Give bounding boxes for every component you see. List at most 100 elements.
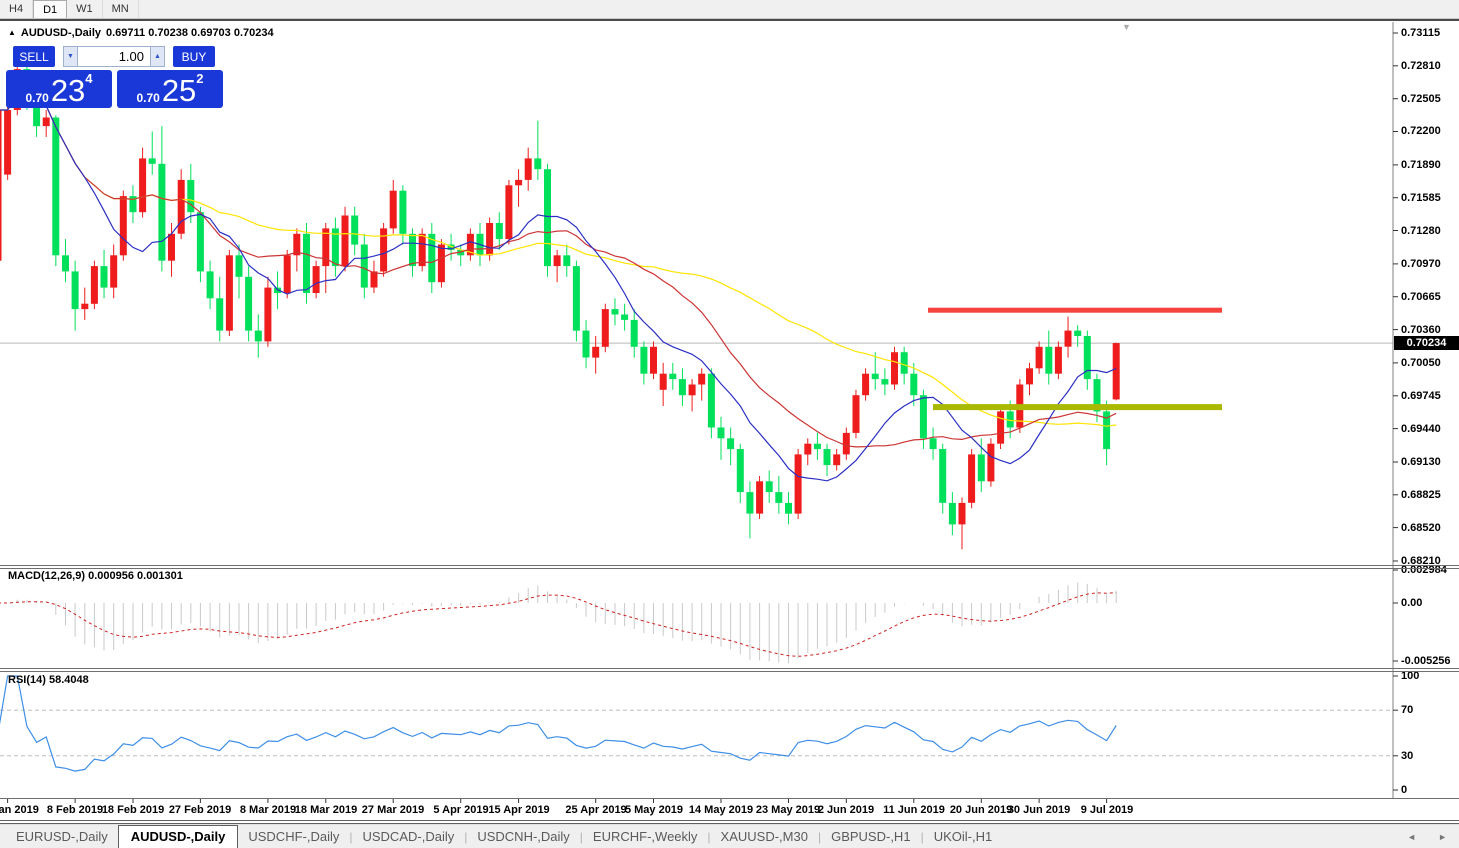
chart-shift-marker-icon[interactable]: ▼ [1122,22,1131,32]
macd-signal-line [0,592,1117,657]
chart-tab-xauusd[interactable]: XAUUSD-,M30 [711,827,818,846]
candle-body [139,158,147,213]
candle-body [42,117,50,127]
candle-body [756,481,764,514]
chart-tab-eurchf[interactable]: EURCHF-,Weekly [583,827,708,846]
candle-body [611,309,619,315]
candle-body [283,255,291,293]
trading-terminal-window: H4 D1 W1 MN ▲ AUDUSD-,Daily 0.69711 0.70… [0,0,1459,848]
candle-body [264,287,272,342]
chart-title: ▲ AUDUSD-,Daily 0.69711 0.70238 0.69703 … [8,27,274,39]
candle-body [1045,346,1053,374]
chart-tab-usdcnh[interactable]: USDCNH-,Daily [467,827,579,846]
rsi-tick-label: 0 [1401,784,1408,796]
candle-body [437,244,445,283]
candle-body [187,179,195,213]
spinner-up-icon: ▲ [154,53,161,60]
date-tick-label: 23 May 2019 [755,804,821,816]
ask-price-pips: 2 [196,71,204,86]
chart-tab-eurusd[interactable]: EURUSD-,Daily [6,827,118,846]
buy-price-panel[interactable]: 0.70 25 2 [117,70,223,108]
chart-tab-usdcad[interactable]: USDCAD-,Daily [352,827,464,846]
candle-body [168,233,175,261]
macd-tick-label: -0.005256 [1401,655,1451,667]
candlesticks [0,50,1120,550]
candle-body [678,379,686,396]
candle-body [601,309,609,347]
candle-body [1074,330,1082,336]
chart-tab-usdchf[interactable]: USDCHF-,Daily [238,827,349,846]
bid-price-pips: 4 [85,71,93,86]
separator-macd-rsi[interactable] [0,668,1459,669]
candle-body [669,373,677,380]
chart-tab-ukoil[interactable]: UKOil-,H1 [924,827,1003,846]
candle-body [216,298,224,331]
candle-body [206,271,214,299]
candle-body [389,190,397,229]
candle-body [119,196,127,256]
tabs-scroll-right-icon[interactable]: ► [1438,832,1447,842]
date-tick-label: 8 Mar 2019 [239,804,297,816]
candle-body [81,303,89,310]
candle-body [775,492,783,503]
candle-body [804,443,812,455]
candle-body [177,179,185,234]
candle-body [534,158,542,170]
price-tick-label: 0.70665 [1401,291,1441,303]
price-tick-label: 0.70970 [1401,258,1441,270]
candle-body [1026,368,1033,385]
volume-increase-button[interactable]: ▲ [150,46,165,67]
rsi-line [0,675,1117,772]
date-tick-label: 27 Feb 2019 [168,804,232,816]
price-tick-label: 0.69745 [1401,390,1441,402]
price-tick-label: 0.69130 [1401,456,1441,468]
candle-body [1112,343,1120,400]
volume-input[interactable] [78,46,150,67]
candle-body [225,255,233,331]
chart-tab-audusd[interactable]: AUDUSD-,Daily [117,824,239,848]
sell-button[interactable]: SELL [13,46,55,67]
candle-body [958,502,966,525]
candle-body [196,212,204,272]
date-tick-label: 14 May 2019 [688,804,754,816]
candle-body [582,330,590,358]
candle-body [707,373,715,428]
candle-body [746,492,754,514]
candle-body [900,352,908,374]
price-tick-label: 0.71280 [1401,225,1441,237]
candle-body [688,384,696,396]
separator-main-macd-2 [0,568,1459,569]
price-tick-label: 0.72505 [1401,93,1441,105]
sell-price-panel[interactable]: 0.70 23 4 [6,70,112,108]
candle-body [919,395,927,439]
ma-20-line [0,95,1117,448]
candle-body [486,223,494,256]
chart-tabs: EURUSD-,Daily AUDUSD-,Daily USDCHF-,Daily |… [0,824,1003,848]
date-tick-label: 9 Jul 2019 [1080,804,1134,816]
candle-body [515,179,523,186]
price-tick-label: 0.68825 [1401,489,1441,501]
candle-body [158,163,166,261]
candle-body [929,438,937,450]
separator-main-macd[interactable] [0,565,1459,566]
chart-tab-gbpusd[interactable]: GBPUSD-,H1 [821,827,920,846]
support-hline-object[interactable] [933,404,1222,411]
chart-canvas[interactable] [0,0,1459,848]
volume-decrease-button[interactable]: ▼ [63,46,78,67]
candle-body [852,395,860,433]
tabs-scroll-left-icon[interactable]: ◄ [1407,832,1416,842]
one-click-trade-widget: SELL ▼ ▲ BUY 0.70 23 4 0.70 25 2 [6,46,228,108]
price-tick-label: 0.72810 [1401,60,1441,72]
bid-price-prefix: 0.70 [25,91,49,105]
candle-body [640,346,648,374]
buy-button[interactable]: BUY [173,46,215,67]
candle-body [968,454,976,503]
candle-body [833,454,841,466]
candle-body [524,158,532,180]
date-tick-label: 25 Apr 2019 [565,804,627,816]
resistance-hline-object[interactable] [928,307,1222,313]
candle-body [544,169,551,267]
candle-body [312,266,320,293]
collapse-triangle-icon[interactable]: ▲ [8,28,16,37]
candle-body [717,427,725,439]
